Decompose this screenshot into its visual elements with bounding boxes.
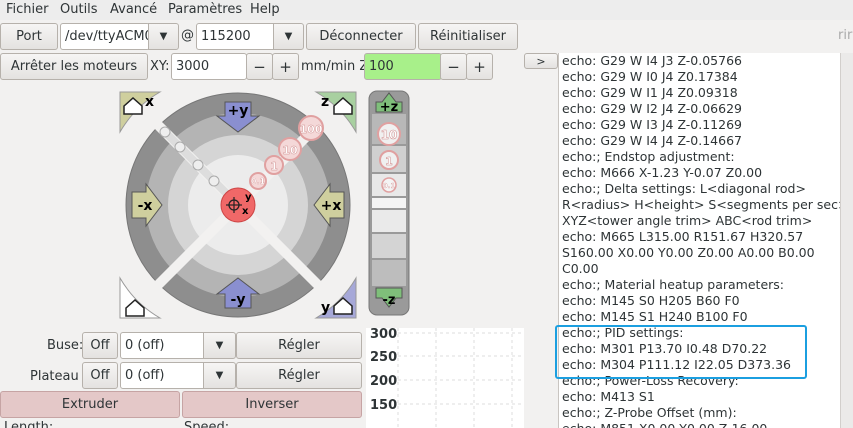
graph-tick-150: 150 bbox=[370, 398, 398, 413]
reset-button[interactable]: Réinitialiser bbox=[418, 23, 518, 50]
console-line: echo:; Z-Probe Offset (mm): bbox=[562, 405, 737, 420]
svg-text:+y: +y bbox=[228, 103, 249, 119]
console-toggle-button[interactable]: > bbox=[524, 53, 558, 69]
chevron-down-icon: ▼ bbox=[215, 370, 224, 381]
svg-text:+x: +x bbox=[321, 198, 342, 214]
step-1-badge: 1 bbox=[264, 155, 284, 175]
console-line: echo: M413 S1 bbox=[562, 389, 655, 404]
console-line: echo:; Endstop adjustment: bbox=[562, 149, 735, 164]
nozzle-label: Buse: bbox=[47, 338, 84, 353]
svg-text:x: x bbox=[242, 206, 249, 217]
console-line: echo: G29 W I1 J4 Z0.09318 bbox=[562, 85, 738, 100]
bed-off-button[interactable]: Off bbox=[82, 362, 118, 389]
nozzle-dropdown-arrow[interactable]: ▼ bbox=[203, 332, 236, 359]
truncated-label: rir bbox=[838, 28, 853, 43]
baud-dropdown-arrow[interactable]: ▼ bbox=[273, 23, 304, 50]
console-line: echo: G29 W I3 J4 Z-0.11269 bbox=[562, 117, 742, 132]
menu-bar: Fichier Outils Avancé Paramètres Help bbox=[0, 0, 853, 20]
menu-avance[interactable]: Avancé bbox=[110, 2, 157, 17]
port-dropdown-arrow[interactable]: ▼ bbox=[148, 23, 179, 50]
svg-text:-z: -z bbox=[383, 293, 396, 308]
z-step-10-label: 10 bbox=[381, 128, 398, 142]
port-select[interactable]: /dev/ttyACM0 bbox=[60, 23, 150, 50]
stop-motors-button[interactable]: Arrêter les moteurs bbox=[0, 53, 148, 80]
svg-text:10: 10 bbox=[282, 144, 298, 157]
length-label: Length: bbox=[4, 420, 54, 428]
bed-label: Plateau : bbox=[30, 369, 88, 384]
console-line: echo: M145 S0 H205 B60 F0 bbox=[562, 293, 740, 308]
chevron-down-icon: ▼ bbox=[215, 340, 224, 351]
port-button[interactable]: Port bbox=[0, 23, 58, 50]
chevron-down-icon: ▼ bbox=[284, 31, 293, 42]
svg-text:-x: -x bbox=[138, 198, 153, 214]
console-line: echo: G29 W I4 J4 Z-0.14667 bbox=[562, 133, 742, 148]
xy-jog-control[interactable]: x z y 100 10 1 0.1 +y -y -x +x y x bbox=[118, 90, 358, 320]
xy-speed-label: XY: bbox=[150, 59, 170, 74]
z-jog-control[interactable]: +z -z 10 1 0.1 bbox=[368, 90, 410, 316]
svg-text:+z: +z bbox=[380, 100, 398, 115]
console-line: echo: M665 L315.00 R151.67 H320.57 bbox=[562, 229, 804, 244]
svg-text:y: y bbox=[245, 192, 252, 203]
nozzle-temp-select[interactable]: 0 (off) bbox=[120, 332, 206, 359]
menu-help[interactable]: Help bbox=[250, 2, 280, 17]
baud-select[interactable]: 115200 bbox=[196, 23, 276, 50]
menu-fichier[interactable]: Fichier bbox=[6, 2, 49, 17]
nozzle-off-button[interactable]: Off bbox=[82, 332, 118, 359]
z-speed-minus-button[interactable]: − bbox=[440, 53, 467, 80]
xy-speed-minus-button[interactable]: − bbox=[246, 53, 273, 80]
speed-label: Speed: bbox=[184, 420, 230, 428]
console-line: S160.00 X0.00 Y0.00 Z0.00 A0.00 B0.00 bbox=[562, 245, 815, 260]
svg-text:-y: -y bbox=[231, 292, 246, 308]
console-line: echo: G29 W I2 J4 Z-0.06629 bbox=[562, 101, 742, 116]
home-y-label: y bbox=[321, 300, 330, 316]
menu-outils[interactable]: Outils bbox=[60, 2, 98, 17]
home-x-label: x bbox=[145, 94, 154, 110]
z-speed-plus-button[interactable]: + bbox=[466, 53, 493, 80]
z-step-1-label: 1 bbox=[385, 155, 393, 168]
console-line: echo: G29 W I0 J4 Z0.17384 bbox=[562, 69, 738, 84]
console-line: echo:; Material heatup parameters: bbox=[562, 277, 785, 292]
reverse-button[interactable]: Inverser bbox=[182, 391, 362, 418]
svg-text:0.1: 0.1 bbox=[251, 177, 266, 186]
at-label: @ bbox=[181, 28, 194, 43]
step-100-badge: 100 bbox=[298, 115, 324, 141]
console-line: echo: M145 S1 H240 B100 F0 bbox=[562, 309, 748, 324]
center-button[interactable]: y x bbox=[220, 187, 256, 223]
console-line: echo: M666 X-1.23 Y-0.07 Z0.00 bbox=[562, 165, 763, 180]
menu-parametres[interactable]: Paramètres bbox=[168, 2, 242, 17]
z-speed-label: mm/min Z: bbox=[301, 59, 373, 74]
bed-temp-select[interactable]: 0 (off) bbox=[120, 362, 206, 389]
extrude-button[interactable]: Extruder bbox=[0, 391, 180, 418]
z-speed-input[interactable]: 100 bbox=[364, 53, 442, 80]
disconnect-button[interactable]: Déconnecter bbox=[306, 23, 416, 50]
svg-text:1: 1 bbox=[270, 160, 278, 173]
z-step-01-label: 0.1 bbox=[383, 182, 396, 190]
svg-text:100: 100 bbox=[300, 123, 323, 136]
nozzle-set-button[interactable]: Régler bbox=[236, 332, 362, 359]
console-line: echo: G29 W I4 J3 Z-0.05766 bbox=[562, 53, 742, 68]
graph-tick-250: 250 bbox=[370, 350, 398, 365]
console-line: echo: M851 X0.00 Y0.00 Z-16.00 bbox=[562, 421, 767, 428]
home-z-label: z bbox=[321, 94, 329, 110]
console-line: echo:; Delta settings: L<diagonal rod> bbox=[562, 181, 806, 196]
console-scrollbar[interactable] bbox=[840, 53, 853, 428]
step-10-badge: 10 bbox=[278, 137, 302, 161]
bed-set-button[interactable]: Régler bbox=[236, 362, 362, 389]
xy-speed-plus-button[interactable]: + bbox=[272, 53, 299, 80]
console-line: C0.00 bbox=[562, 261, 599, 276]
console-line: XYZ<tower angle trim> ABC<rod trim> bbox=[562, 213, 813, 228]
pid-settings-highlight bbox=[555, 325, 807, 379]
graph-tick-300: 300 bbox=[370, 327, 398, 342]
chevron-down-icon: ▼ bbox=[159, 31, 168, 42]
step-01-badge: 0.1 bbox=[249, 172, 267, 190]
xy-speed-input[interactable]: 3000 bbox=[171, 53, 247, 80]
console-line: R<radius> H<height> S<segments per sec> bbox=[562, 197, 840, 212]
bed-dropdown-arrow[interactable]: ▼ bbox=[203, 362, 236, 389]
graph-tick-200: 200 bbox=[370, 374, 398, 389]
